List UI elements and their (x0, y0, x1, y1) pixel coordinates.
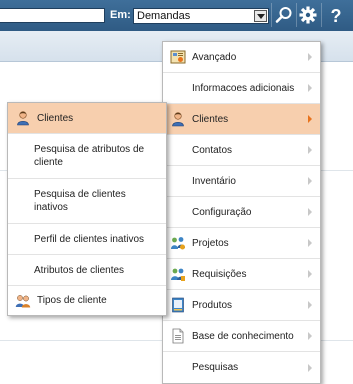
submenu-item-perfil-inativos[interactable]: Perfil de clientes inativos (8, 224, 166, 255)
menu-item-label: Informacoes adicionais (192, 82, 295, 94)
menu-item-contatos[interactable]: Contatos (163, 135, 320, 166)
search-icon[interactable] (274, 5, 294, 25)
client-icon (17, 111, 29, 126)
submenu-item-label: Pesquisa de clientes inativos (34, 189, 126, 213)
menu-item-produtos[interactable]: Produtos (163, 290, 320, 321)
toolbar-divider (296, 3, 297, 27)
submenu-item-label: Pesquisa de atributos de cliente (34, 144, 145, 168)
chevron-right-icon (308, 208, 312, 216)
menu-item-configuracao[interactable]: Configuração (163, 197, 320, 228)
projects-icon (171, 237, 185, 250)
submenu-item-label: Clientes (37, 112, 74, 124)
submenu-item-label: Atributos de clientes (34, 264, 125, 276)
clientes-submenu: Clientes Pesquisa de atributos de client… (7, 102, 167, 316)
main-menu: Avançado Informacoes adicionais Clientes… (162, 41, 321, 384)
help-icon[interactable]: ? (326, 5, 346, 25)
menu-item-inventario[interactable]: Inventário (163, 166, 320, 197)
menu-item-label: Base de conhecimento (192, 330, 294, 342)
submenu-item-label: Perfil de clientes inativos (34, 233, 145, 245)
requests-icon (171, 268, 185, 281)
scope-select[interactable]: Demandas (133, 8, 269, 24)
chevron-right-icon (308, 84, 312, 92)
scope-label: Em: (110, 9, 131, 21)
gear-icon[interactable] (298, 5, 318, 25)
menu-item-label: Requisições (192, 268, 247, 280)
chevron-right-icon (308, 301, 312, 309)
menu-item-base-de-conhecimento[interactable]: Base de conhecimento (163, 321, 320, 352)
menu-item-clientes[interactable]: Clientes (163, 104, 320, 135)
submenu-item-label: Tipos de cliente (37, 295, 107, 306)
submenu-item-pesquisa-atributos[interactable]: Pesquisa de atributos de cliente (8, 134, 166, 179)
chevron-right-icon (308, 115, 312, 123)
submenu-item-tipos-de-cliente[interactable]: Tipos de cliente (8, 286, 166, 315)
menu-item-label: Produtos (192, 299, 233, 311)
submenu-item-clientes[interactable]: Clientes (8, 103, 166, 134)
menu-item-label: Avançado (192, 51, 237, 63)
knowledge-base-icon (172, 328, 184, 344)
advanced-icon (170, 50, 186, 64)
menu-item-pesquisas[interactable]: Pesquisas (163, 352, 320, 383)
menu-item-label: Projetos (192, 237, 229, 249)
scope-select-value: Demandas (137, 10, 191, 22)
products-icon (172, 297, 184, 313)
chevron-right-icon (308, 239, 312, 247)
chevron-right-icon (308, 270, 312, 278)
chevron-right-icon (308, 332, 312, 340)
top-toolbar: Em: Demandas ? (0, 0, 353, 31)
chevron-right-icon (308, 53, 312, 61)
chevron-right-icon (308, 177, 312, 185)
menu-item-informacoes-adicionais[interactable]: Informacoes adicionais (163, 73, 320, 104)
menu-item-label: Pesquisas (192, 362, 239, 373)
svg-text:?: ? (331, 6, 342, 25)
search-input[interactable] (0, 8, 105, 23)
chevron-right-icon (308, 363, 312, 372)
menu-item-label: Contatos (192, 144, 233, 156)
chevron-right-icon (308, 146, 312, 154)
menu-item-label: Inventário (192, 175, 236, 187)
menu-item-avancado[interactable]: Avançado (163, 42, 320, 73)
toolbar-divider (271, 3, 272, 27)
submenu-item-pesquisa-inativos[interactable]: Pesquisa de clientes inativos (8, 179, 166, 224)
toolbar-divider (321, 3, 322, 27)
client-icon (172, 112, 184, 127)
menu-item-label: Clientes (192, 113, 229, 125)
client-types-icon (15, 294, 31, 307)
chevron-down-icon[interactable] (254, 10, 267, 22)
menu-item-projetos[interactable]: Projetos (163, 228, 320, 259)
menu-item-requisicoes[interactable]: Requisições (163, 259, 320, 290)
submenu-item-atributos[interactable]: Atributos de clientes (8, 255, 166, 286)
menu-item-label: Configuração (192, 206, 252, 218)
